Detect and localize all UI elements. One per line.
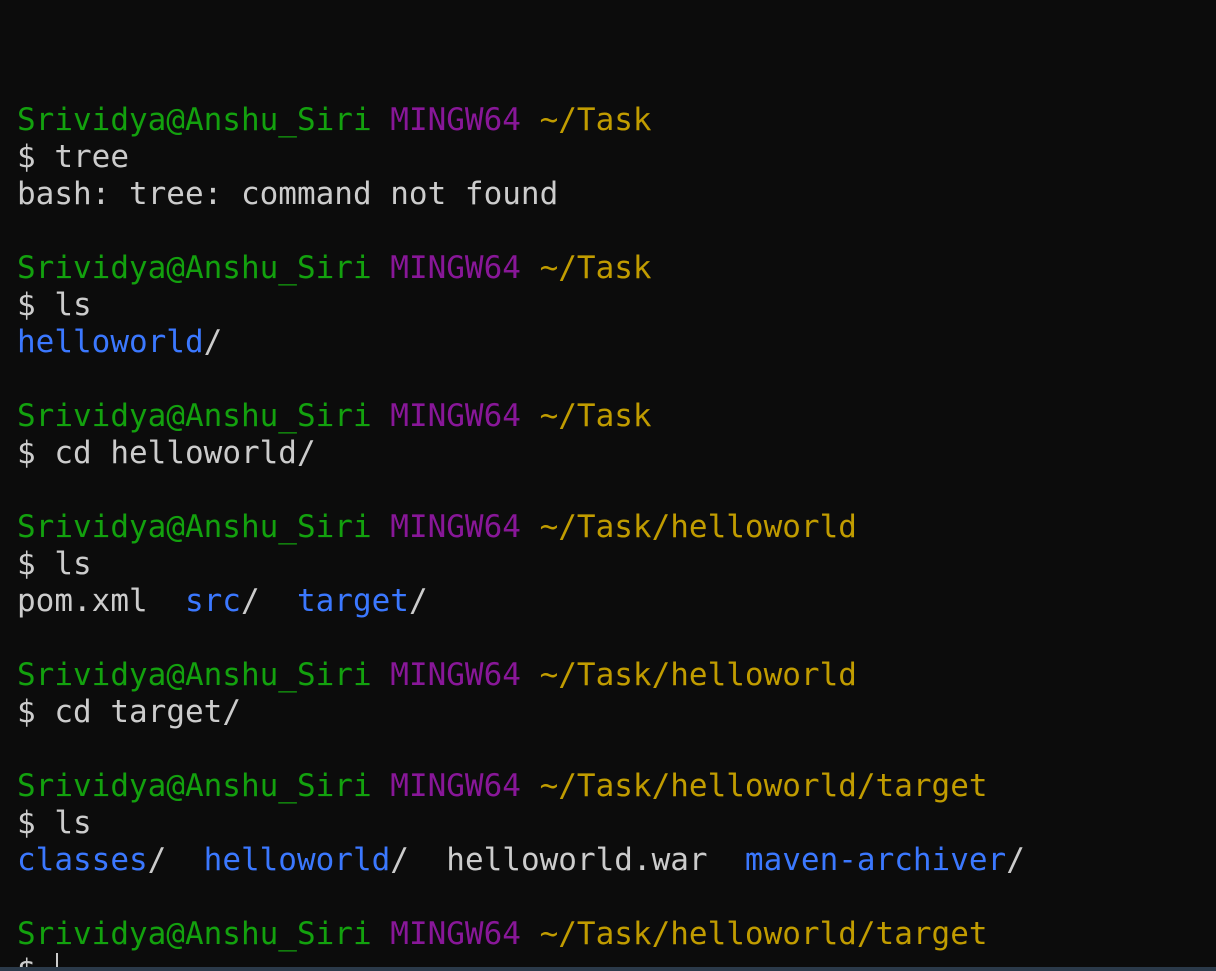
- prompt-user: Srividya@Anshu_Siri: [17, 657, 372, 693]
- command-line: $ ls: [17, 546, 1216, 583]
- prompt-host: MINGW64: [390, 657, 521, 693]
- output-text: /: [240, 583, 297, 619]
- output-text: bash: tree: command not found: [17, 176, 559, 212]
- directory-entry: helloworld: [203, 842, 391, 878]
- prompt-symbol: $: [17, 139, 36, 175]
- prompt-path: ~/Task: [539, 250, 652, 286]
- command-line: $ ls: [17, 287, 1216, 324]
- output-line: bash: tree: command not found: [17, 176, 1216, 213]
- prompt-host: MINGW64: [390, 398, 521, 434]
- prompt-symbol: $: [17, 546, 36, 582]
- prompt-line: Srividya@Anshu_Siri MINGW64 ~/Task/hello…: [17, 509, 1216, 546]
- command-text: tree: [54, 139, 129, 175]
- command-text: ls: [54, 805, 92, 841]
- prompt-path: ~/Task: [539, 102, 652, 138]
- prompt-symbol: $: [17, 805, 36, 841]
- directory-entry: classes: [17, 842, 148, 878]
- output-line: helloworld/: [17, 324, 1216, 361]
- command-line: $ cd helloworld/: [17, 435, 1216, 472]
- output-text: /: [147, 842, 204, 878]
- command-line: $ tree: [17, 139, 1216, 176]
- prompt-symbol: $: [17, 694, 36, 730]
- prompt-host: MINGW64: [390, 768, 521, 804]
- terminal-output: Srividya@Anshu_Siri MINGW64 ~/Task $ tree…: [17, 102, 1216, 971]
- terminal-window[interactable]: Srividya@Anshu_Siri MINGW64 ~/Task $ tree…: [0, 0, 1216, 971]
- prompt-path: ~/Task/helloworld: [539, 657, 857, 693]
- prompt-host: MINGW64: [390, 102, 521, 138]
- window-bottom-border: [0, 967, 1216, 971]
- prompt-host: MINGW64: [390, 916, 521, 952]
- command-text: ls: [54, 287, 92, 323]
- output-text: pom.xml: [17, 583, 148, 619]
- command-text: cd target/: [54, 694, 241, 730]
- output-text: helloworld.war: [446, 842, 708, 878]
- prompt-line: Srividya@Anshu_Siri MINGW64 ~/Task: [17, 398, 1216, 435]
- prompt-symbol: $: [17, 435, 36, 471]
- prompt-line: Srividya@Anshu_Siri MINGW64 ~/Task/hello…: [17, 657, 1216, 694]
- prompt-path: ~/Task: [539, 398, 652, 434]
- prompt-symbol: $: [17, 287, 36, 323]
- prompt-line: Srividya@Anshu_Siri MINGW64 ~/Task: [17, 250, 1216, 287]
- prompt-host: MINGW64: [390, 509, 521, 545]
- output-line: classes/ helloworld/ helloworld.war mave…: [17, 842, 1216, 879]
- prompt-path: ~/Task/helloworld: [539, 509, 857, 545]
- prompt-user: Srividya@Anshu_Siri: [17, 916, 372, 952]
- command-line: $ cd target/: [17, 694, 1216, 731]
- output-line: pom.xml src/ target/: [17, 583, 1216, 620]
- output-text: /: [408, 583, 428, 619]
- prompt-user: Srividya@Anshu_Siri: [17, 768, 372, 804]
- command-text: cd helloworld/: [54, 435, 316, 471]
- directory-entry: src: [184, 583, 241, 619]
- output-text: /: [390, 842, 447, 878]
- prompt-user: Srividya@Anshu_Siri: [17, 102, 372, 138]
- directory-entry: target: [296, 583, 409, 619]
- directory-entry: maven-archiver: [744, 842, 1007, 878]
- command-text: ls: [54, 546, 92, 582]
- prompt-line: Srividya@Anshu_Siri MINGW64 ~/Task/hello…: [17, 916, 1216, 953]
- prompt-path: ~/Task/helloworld/target: [539, 768, 988, 804]
- command-line: $ ls: [17, 805, 1216, 842]
- output-text: /: [203, 324, 223, 360]
- directory-entry: helloworld: [17, 324, 204, 360]
- prompt-host: MINGW64: [390, 250, 521, 286]
- prompt-user: Srividya@Anshu_Siri: [17, 398, 372, 434]
- prompt-line: Srividya@Anshu_Siri MINGW64 ~/Task: [17, 102, 1216, 139]
- prompt-line: Srividya@Anshu_Siri MINGW64 ~/Task/hello…: [17, 768, 1216, 805]
- prompt-user: Srividya@Anshu_Siri: [17, 250, 372, 286]
- prompt-user: Srividya@Anshu_Siri: [17, 509, 372, 545]
- prompt-path: ~/Task/helloworld/target: [539, 916, 988, 952]
- output-text: /: [1006, 842, 1025, 878]
